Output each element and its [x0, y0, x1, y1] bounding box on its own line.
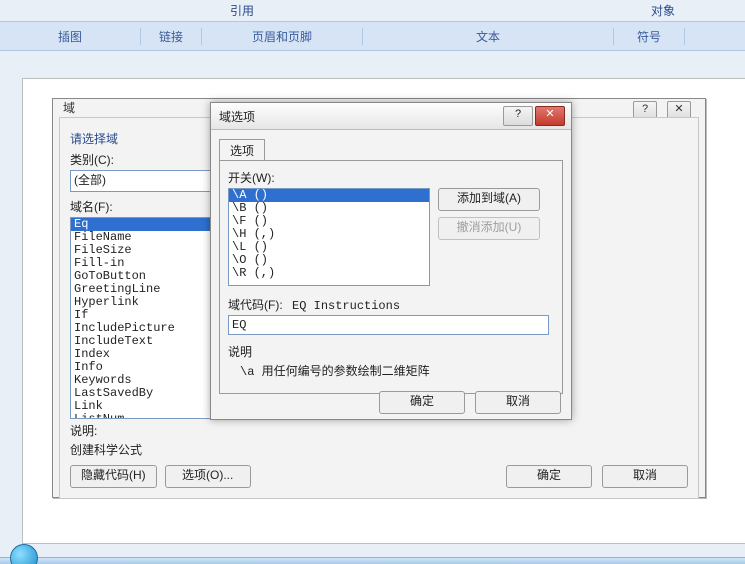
add-to-field-button[interactable]: 添加到域(A) — [438, 188, 540, 211]
ribbon-group-headerfooter: 页眉和页脚 — [202, 28, 363, 45]
category-label: 类别(C): — [70, 151, 230, 168]
cancel-button[interactable]: 取消 — [475, 391, 561, 414]
switch-label: 开关(W): — [228, 169, 554, 186]
taskbar — [0, 557, 745, 564]
options-description-label: 说明 — [228, 343, 554, 360]
ribbon-group-text: 文本 — [363, 28, 614, 45]
undo-add-button[interactable]: 撤消添加(U) — [438, 217, 540, 240]
field-options-title: 域选项 — [219, 108, 255, 125]
ribbon-object[interactable]: 对象 — [651, 2, 675, 21]
options-description-text: \a 用任何编号的参数绘制二维矩阵 — [228, 362, 554, 379]
field-options-dialog: 域选项 ? ✕ 选项 开关(W): \A ()\B ()\F ()\H (,)\… — [210, 102, 572, 420]
close-icon[interactable]: ✕ — [535, 106, 565, 126]
start-button[interactable] — [10, 544, 38, 564]
description-label: 说明: — [70, 422, 142, 439]
fieldnames-label: 域名(F): — [70, 198, 230, 215]
ribbon-group-symbols: 符号 — [614, 28, 685, 45]
ribbon-group-links: 链接 — [141, 28, 202, 45]
cancel-button[interactable]: 取消 — [602, 465, 688, 488]
list-item[interactable]: Hyperlink — [71, 296, 221, 309]
field-code-hint: EQ Instructions — [292, 299, 400, 313]
fieldnames-listbox[interactable]: EqFileNameFileSizeFill-inGoToButtonGreet… — [70, 217, 222, 419]
field-code-label: 域代码(F): — [228, 298, 283, 312]
ribbon-tab-references[interactable]: 引用 — [230, 2, 254, 21]
field-code-input[interactable]: EQ — [228, 315, 549, 335]
tab-options[interactable]: 选项 — [219, 139, 265, 161]
options-button[interactable]: 选项(O)... — [165, 465, 251, 488]
ok-button[interactable]: 确定 — [379, 391, 465, 414]
help-icon[interactable]: ? — [503, 106, 533, 126]
list-item[interactable]: \R (,) — [229, 267, 429, 280]
ribbon-group-illustrations: 插图 — [0, 28, 141, 45]
switches-listbox[interactable]: \A ()\B ()\F ()\H (,)\L ()\O ()\R (,) — [228, 188, 430, 286]
ok-button[interactable]: 确定 — [506, 465, 592, 488]
hide-codes-button[interactable]: 隐藏代码(H) — [70, 465, 157, 488]
list-item[interactable]: ListNum — [71, 413, 221, 419]
category-select[interactable]: (全部) — [70, 170, 225, 192]
select-field-heading: 请选择域 — [70, 130, 230, 147]
ribbon-groups: 插图 链接 页眉和页脚 文本 符号 — [0, 21, 745, 51]
ribbon-tabs: 引用 对象 — [0, 0, 745, 21]
description-text: 创建科学公式 — [70, 441, 142, 458]
